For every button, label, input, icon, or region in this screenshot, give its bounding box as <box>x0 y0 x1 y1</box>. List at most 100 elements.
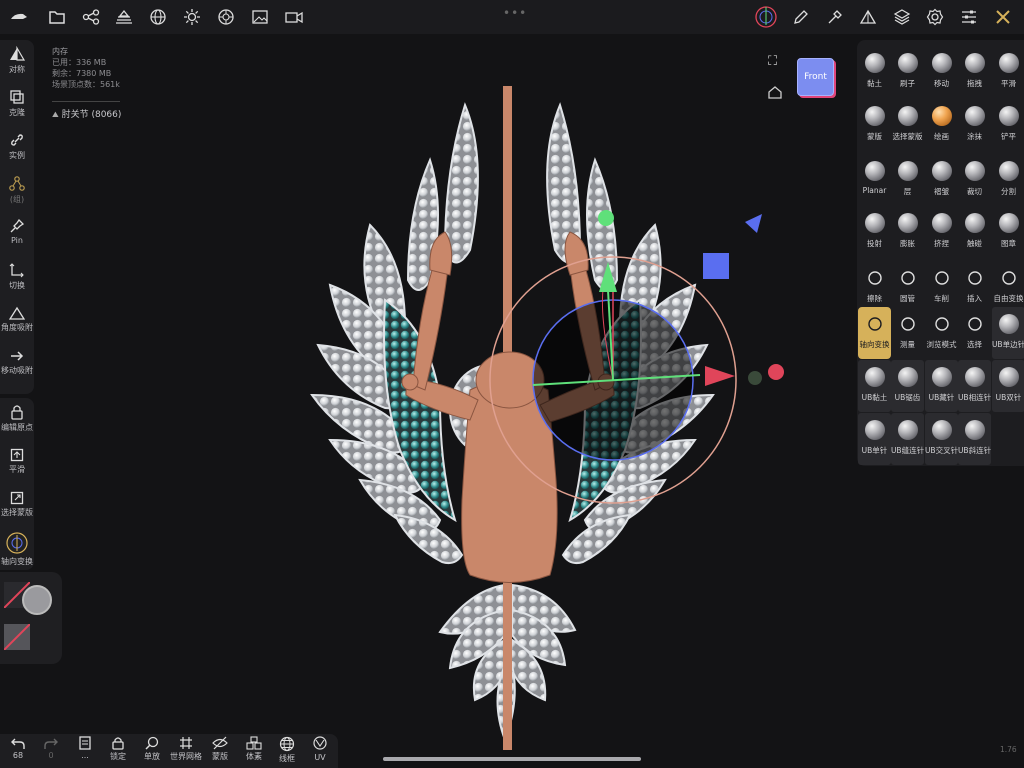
folder-icon[interactable] <box>44 4 70 30</box>
layers-icon[interactable] <box>889 4 915 30</box>
tool-move[interactable]: 移动 <box>925 46 958 98</box>
eyedropper-icon[interactable] <box>822 4 848 30</box>
axis-transform-icon <box>6 532 28 554</box>
clone-button[interactable]: 克隆 <box>0 89 34 118</box>
tool-split[interactable]: 分割 <box>992 154 1024 206</box>
tool-view-mode[interactable]: 浏览模式 <box>925 307 958 359</box>
tool-drag[interactable]: 拖拽 <box>958 46 991 98</box>
angle-snap-button[interactable]: 角度吸附 <box>0 306 34 333</box>
move-snap-button[interactable]: 移动吸附 <box>0 349 34 376</box>
tool-label: UB双针 <box>995 393 1022 402</box>
gizmo-sphere-icon[interactable] <box>753 4 779 30</box>
tool-touch[interactable]: 触碰 <box>958 206 991 258</box>
tool-ub-clay[interactable]: UB黏土 <box>858 360 891 412</box>
link-icon <box>11 134 23 146</box>
tool-select[interactable]: 选择 <box>958 307 991 359</box>
move-snap-label: 移动吸附 <box>1 366 33 375</box>
pen-icon[interactable] <box>788 4 814 30</box>
tool-free-transform[interactable]: 自由变换 <box>992 261 1024 313</box>
tool-trim[interactable]: 裁切 <box>958 154 991 206</box>
tool-pinch[interactable]: 挤捏 <box>925 206 958 258</box>
instance-button[interactable]: 实例 <box>0 132 34 161</box>
lock-button[interactable]: 锁定 <box>102 736 134 762</box>
clone-label: 克隆 <box>9 108 25 117</box>
toggle-button[interactable]: 切换 <box>0 262 34 291</box>
tool-paint[interactable]: 绘画 <box>925 99 958 151</box>
tool-flatten[interactable]: 平滑 <box>992 46 1024 98</box>
tool-ub-seam-stitch[interactable]: UB缝连针 <box>891 413 924 465</box>
image-icon[interactable] <box>247 4 273 30</box>
drag-handle-dots[interactable]: ••• <box>503 6 527 20</box>
tool-clay[interactable]: 黏土 <box>858 46 891 98</box>
tool-ub-double-stitch[interactable]: UB双针 <box>992 360 1024 412</box>
tool-ub-hidden-stitch[interactable]: UB藏针 <box>925 360 958 412</box>
settings-gear-icon[interactable] <box>922 4 948 30</box>
share-nodes-icon[interactable] <box>78 4 104 30</box>
edit-origin-button[interactable]: 编辑原点 <box>0 404 34 433</box>
tool-inflate[interactable]: 膨胀 <box>891 206 924 258</box>
voxel-button[interactable]: 体素 <box>238 736 270 762</box>
scene-stack-icon[interactable] <box>111 4 137 30</box>
symmetry-button[interactable]: 对称 <box>0 46 34 75</box>
undo-button[interactable]: 68 <box>2 736 34 760</box>
tool-label: 挤捏 <box>934 239 949 248</box>
tool-stamp[interactable]: 图章 <box>992 206 1024 258</box>
tool-planar-flatten[interactable]: 铲平 <box>992 99 1024 151</box>
tool-insert[interactable]: 插入 <box>958 261 991 313</box>
wireframe-button[interactable]: 线框 <box>271 736 303 764</box>
tool-label: 拖拽 <box>967 79 982 88</box>
select-icon <box>964 313 986 335</box>
group-button[interactable]: (组) <box>0 176 34 205</box>
tool-measure[interactable]: 测量 <box>891 307 924 359</box>
tool-smear[interactable]: 涂抹 <box>958 99 991 151</box>
split-icon <box>998 160 1020 182</box>
tool-tube[interactable]: 圆管 <box>891 261 924 313</box>
tool-ub-edge-stitch[interactable]: UB单边针 <box>992 307 1024 359</box>
tool-label: 圆管 <box>900 294 915 303</box>
menu-logo-icon[interactable] <box>6 4 32 30</box>
color-swatch-secondary[interactable] <box>4 624 30 650</box>
tool-layer[interactable]: 层 <box>891 154 924 206</box>
tool-axis-transform[interactable]: 轴向变换 <box>858 307 891 359</box>
tool-erase[interactable]: 擦除 <box>858 261 891 313</box>
file-label: ... <box>81 751 89 760</box>
sliders-icon[interactable] <box>956 4 982 30</box>
world-grid-button[interactable]: 世界网格 <box>170 736 202 762</box>
tool-ub-cross-stitch[interactable]: UB交叉针 <box>925 413 958 465</box>
world-grid-label: 世界网格 <box>170 752 202 761</box>
file-button[interactable]: ... <box>69 736 101 760</box>
tool-mask[interactable]: 蒙版 <box>858 99 891 151</box>
home-view-icon[interactable] <box>767 84 783 103</box>
tool-ub-slant-stitch[interactable]: UB斜连针 <box>958 413 991 465</box>
fps-counter: 1.76 <box>1000 745 1017 754</box>
tools-cross-icon[interactable] <box>990 4 1016 30</box>
mask-toggle-button[interactable]: 蒙版 <box>204 736 236 762</box>
fullscreen-icon[interactable]: ⛶ <box>768 54 777 69</box>
redo-icon <box>44 738 58 749</box>
home-indicator[interactable] <box>383 757 641 761</box>
solo-button[interactable]: 单放 <box>136 736 168 762</box>
tool-project[interactable]: 投射 <box>858 206 891 258</box>
brush-size-slider-knob[interactable] <box>22 585 52 615</box>
tool-lathe[interactable]: 车削 <box>925 261 958 313</box>
view-cube[interactable]: Front <box>797 58 834 96</box>
tool-crease[interactable]: 褶皱 <box>925 154 958 206</box>
pin-button[interactable]: Pin <box>0 218 34 245</box>
tool-ub-single-stitch[interactable]: UB单针 <box>858 413 891 465</box>
tool-label: 涂抹 <box>967 132 982 141</box>
tool-select-mask[interactable]: 选择蒙版 <box>891 99 924 151</box>
triangle-icon[interactable] <box>855 4 881 30</box>
sun-icon[interactable] <box>179 4 205 30</box>
material-ball-icon[interactable] <box>213 4 239 30</box>
tool-ub-zigzag[interactable]: UB锯齿 <box>891 360 924 412</box>
redo-button[interactable]: 0 <box>35 736 67 760</box>
uv-button[interactable]: UV <box>304 736 336 762</box>
tool-brush[interactable]: 刷子 <box>891 46 924 98</box>
globe-icon[interactable] <box>145 4 171 30</box>
smooth-button[interactable]: 平滑 <box>0 448 34 475</box>
tool-planar[interactable]: Planar <box>858 154 891 206</box>
axis-transform-button[interactable]: 轴向变换 <box>0 532 34 567</box>
mask-select-button[interactable]: 选择蒙版 <box>0 491 34 518</box>
video-camera-icon[interactable] <box>281 4 307 30</box>
tool-ub-connect-stitch[interactable]: UB相连针 <box>958 360 991 412</box>
